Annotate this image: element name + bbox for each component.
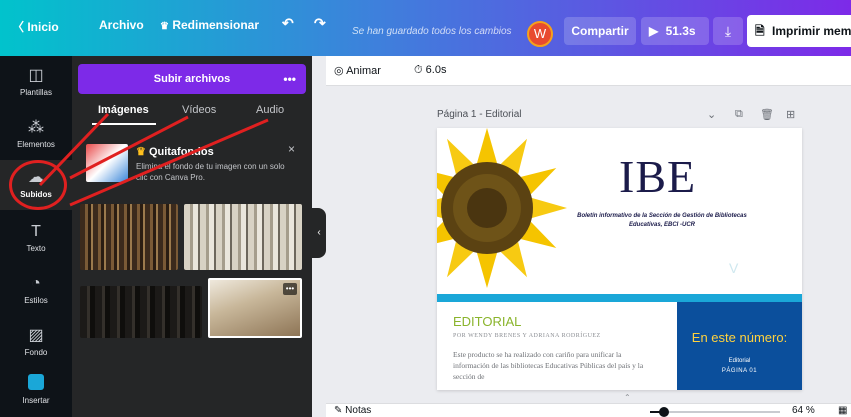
nav-label: Plantillas	[19, 88, 52, 97]
timer-icon: ⏱	[414, 64, 423, 76]
trash-icon[interactable]: 🗑	[760, 108, 774, 121]
zoom-slider-knob[interactable]	[659, 407, 669, 417]
uploads-panel: Subir archivos ••• Imágenes Vídeos Audio…	[72, 56, 312, 417]
promo-image	[86, 144, 128, 182]
add-page-icon[interactable]: ⊞	[786, 108, 795, 121]
duplicate-icon[interactable]: ⧉	[735, 108, 743, 121]
upload-files-button[interactable]: Subir archivos •••	[78, 64, 306, 94]
nav-item-templates[interactable]: ◫ Plantillas	[0, 66, 72, 97]
text-icon: T	[31, 223, 41, 240]
uploaded-image-2[interactable]	[184, 204, 302, 270]
design-page[interactable]: IBE Boletín informativo de la Sección de…	[437, 128, 802, 390]
nav-label: Elementos	[17, 140, 55, 149]
play-icon: ▶	[649, 24, 659, 38]
crown-icon: ♛	[160, 21, 169, 32]
promo-title[interactable]: ♛ Quitafondos	[136, 145, 214, 158]
resize-button[interactable]: ♛ Redimensionar	[160, 18, 259, 32]
active-tab-indicator	[92, 123, 156, 125]
nav-item-background[interactable]: ▨ Fondo	[0, 326, 72, 357]
collapse-panel-handle[interactable]: ‹	[312, 208, 326, 258]
issue-title: En este número:	[691, 330, 788, 345]
more-options-icon[interactable]: •••	[283, 64, 296, 94]
left-navigation: ◫ Plantillas ⁂ Elementos ☁ Subidos T Tex…	[0, 56, 72, 417]
issue-item: Editorial	[728, 358, 751, 364]
sunflower-image[interactable]	[437, 128, 577, 294]
elements-icon: ⁂	[28, 119, 44, 136]
page-grid-icon[interactable]: ▦	[838, 405, 847, 416]
duration-button[interactable]: ⏱ 6.0s	[414, 64, 446, 77]
palette-icon: ◔	[31, 275, 41, 292]
editorial-title[interactable]: EDITORIAL	[453, 314, 521, 329]
annotation-circle	[9, 160, 67, 210]
save-status: Se han guardado todos los cambios	[352, 26, 512, 37]
redo-icon[interactable]: ↷	[314, 15, 326, 32]
zoom-slider[interactable]	[650, 407, 780, 417]
animate-label: Animar	[346, 65, 381, 77]
promo-description: Elimina el fondo de tu imagen con un sol…	[136, 162, 285, 182]
editor-subbar: ◎ Animar ⏱ 6.0s	[326, 56, 851, 86]
crown-icon: ♛	[136, 146, 146, 158]
background-icon: ▨	[28, 327, 44, 344]
notes-button[interactable]: ✎ Notas	[334, 405, 371, 416]
present-button[interactable]: ▶ 51.3s	[641, 17, 709, 45]
top-toolbar: 〈 Inicio Archivo ♛ Redimensionar ↶ ↷ Se …	[0, 0, 851, 56]
newsletter-subtitle[interactable]: Boletín informativo de la Sección de Ges…	[567, 212, 757, 230]
uploaded-image-1[interactable]	[80, 204, 178, 270]
issue-page: PÁGINA 01	[721, 368, 758, 374]
tab-images[interactable]: Imágenes	[98, 104, 149, 116]
bottom-bar: ✎ Notas 64 % ▦	[326, 403, 851, 417]
templates-icon: ◫	[28, 67, 44, 84]
notes-icon: ✎	[334, 405, 343, 416]
nav-label: Estilos	[24, 296, 48, 305]
tab-audio[interactable]: Audio	[256, 104, 284, 116]
download-icon[interactable]: ⤓	[713, 17, 743, 45]
blue-band	[437, 294, 802, 302]
page-title[interactable]: Página 1 - Editorial	[437, 109, 522, 120]
print-label: Imprimir memb	[772, 24, 851, 38]
editorial-body[interactable]: Este producto se ha realizado con cariño…	[453, 349, 648, 382]
editorial-authors[interactable]: POR WENDY BRENES Y ADRIANA RODRÍGUEZ	[453, 333, 601, 339]
chevron-down-icon[interactable]: ⌄	[707, 108, 716, 121]
uploaded-image-3[interactable]	[80, 286, 202, 338]
close-icon[interactable]: ×	[288, 142, 295, 156]
print-icon: 🗎	[755, 24, 765, 38]
file-menu[interactable]: Archivo	[99, 18, 144, 32]
undo-icon[interactable]: ↶	[282, 15, 294, 32]
image-options-icon[interactable]: •••	[283, 283, 297, 295]
nav-item-text[interactable]: T Texto	[0, 222, 72, 253]
scroll-up-icon[interactable]: ⌃	[624, 393, 631, 402]
avatar[interactable]: W	[527, 21, 553, 47]
nav-item-styles[interactable]: ◔ Estilos	[0, 274, 72, 305]
uploaded-image-4[interactable]: •••	[208, 278, 302, 338]
print-button[interactable]: 🗎 Imprimir memb	[747, 15, 851, 47]
play-time: 51.3s	[665, 24, 696, 38]
home-link[interactable]: 〈 Inicio	[12, 18, 59, 35]
animate-icon: ◎	[334, 65, 344, 77]
promo-title-text: Quitafondos	[148, 146, 214, 158]
nav-label: Texto	[26, 244, 46, 253]
resize-label: Redimensionar	[172, 18, 260, 32]
nav-item-insert[interactable]: Insertar	[0, 374, 72, 405]
upload-label: Subir archivos	[153, 73, 231, 85]
nav-label: Fondo	[24, 348, 48, 357]
nav-label: Insertar	[22, 396, 50, 405]
share-button[interactable]: Compartir	[564, 17, 636, 45]
tab-videos[interactable]: Vídeos	[182, 104, 216, 116]
duration-label: 6.0s	[425, 64, 447, 76]
chevron-decoration: V	[729, 260, 739, 276]
animate-button[interactable]: ◎ Animar	[334, 64, 381, 77]
zoom-level[interactable]: 64 %	[792, 405, 815, 416]
notes-label: Notas	[345, 405, 372, 416]
newsletter-title[interactable]: IBE	[619, 150, 696, 203]
issue-box[interactable]: En este número: Editorial PÁGINA 01	[677, 302, 802, 390]
insert-icon	[0, 374, 72, 394]
nav-item-elements[interactable]: ⁂ Elementos	[0, 118, 72, 149]
